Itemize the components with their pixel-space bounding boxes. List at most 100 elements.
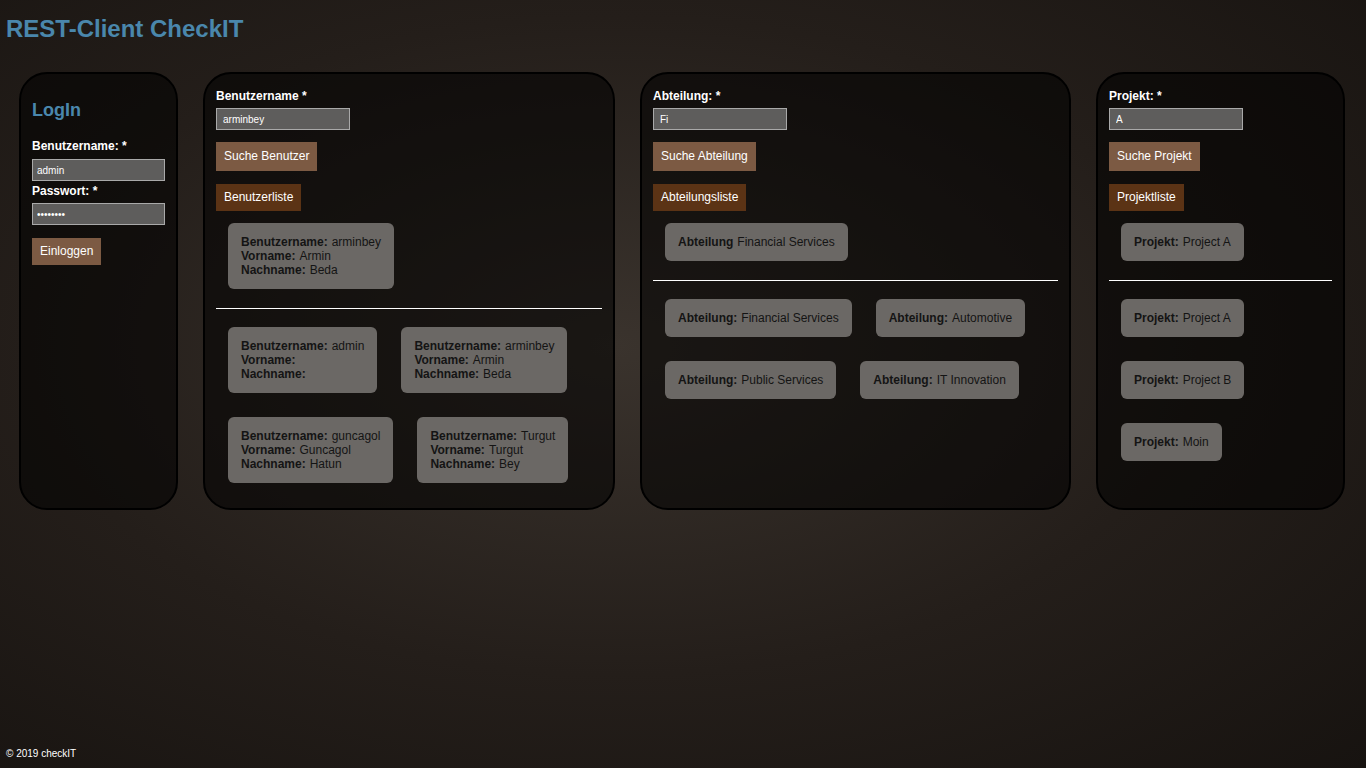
card-field: Benutzername:admin — [241, 339, 364, 353]
field-label: Abteilung — [678, 235, 733, 249]
card-field: Projekt: Project B — [1134, 373, 1231, 387]
user-list-button[interactable]: Benutzerliste — [216, 184, 301, 211]
project-search-button[interactable]: Suche Projekt — [1109, 142, 1200, 171]
field-label: Projekt: — [1134, 311, 1179, 325]
user-card[interactable]: Benutzername:arminbeyVorname: ArminNachna… — [401, 327, 567, 393]
field-value: Turgut — [489, 443, 523, 457]
field-label: Abteilung: — [889, 311, 948, 325]
field-label: Abteilung: — [678, 373, 737, 387]
department-card[interactable]: Abteilung: Public Services — [665, 361, 836, 399]
project-panel: Projekt: * Suche Projekt Projektliste Proje… — [1096, 72, 1345, 510]
card-field: AbteilungFinancial Services — [678, 235, 835, 249]
password-input[interactable] — [32, 203, 165, 225]
card-field: Benutzername:arminbey — [414, 339, 554, 353]
field-value: Moin — [1183, 435, 1209, 449]
panel-row: LogIn Benutzername: * Passwort: * Einloggen… — [0, 72, 1366, 510]
login-field-label: Passwort: * — [32, 183, 97, 199]
field-label: Nachname: — [414, 367, 479, 381]
department-card[interactable]: Abteilung: IT Innovation — [860, 361, 1019, 399]
field-label: Benutzername: — [241, 235, 328, 249]
field-label: Projekt: — [1134, 373, 1179, 387]
user-result-card[interactable]: Benutzername:arminbeyVorname:ArminNachna… — [228, 223, 394, 289]
card-field: Benutzername: guncagol — [241, 429, 380, 443]
project-card[interactable]: Projekt:Project A — [1121, 299, 1244, 337]
field-value: Hatun — [310, 457, 342, 471]
card-field: Abteilung: Public Services — [678, 373, 823, 387]
field-value: Automotive — [952, 311, 1012, 325]
card-field: Nachname: — [241, 367, 364, 381]
project-search-results: Projekt:Project A — [1109, 211, 1332, 273]
field-label: Vorname: — [241, 443, 295, 457]
card-field: Projekt:Project A — [1134, 311, 1231, 325]
card-field: Vorname: Guncagol — [241, 443, 380, 457]
field-label: Nachname: — [241, 263, 306, 277]
field-value: Project B — [1183, 373, 1232, 387]
login-field-label: Benutzername: * — [32, 138, 127, 154]
divider-line — [1109, 280, 1332, 281]
project-search-input[interactable] — [1109, 108, 1243, 130]
card-field: Abteilung: IT Innovation — [873, 373, 1006, 387]
user-search-button[interactable]: Suche Benutzer — [216, 142, 317, 171]
user-card[interactable]: Benutzername: guncagol Vorname: GuncagolNac… — [228, 417, 393, 483]
login-button[interactable]: Einloggen — [32, 238, 101, 265]
department-label: Abteilung: * — [653, 88, 720, 104]
field-value: Beda — [483, 367, 511, 381]
field-value: Public Services — [741, 373, 823, 387]
field-label: Abteilung: — [678, 311, 737, 325]
card-field: Projekt: Moin — [1134, 435, 1209, 449]
card-field: Nachname: Bey — [430, 457, 555, 471]
department-card[interactable]: Abteilung: Automotive — [876, 299, 1025, 337]
username-input[interactable] — [32, 159, 165, 181]
department-search-input[interactable] — [653, 108, 787, 130]
field-value: Beda — [310, 263, 338, 277]
department-list-button[interactable]: Abteilungsliste — [653, 184, 746, 211]
project-card[interactable]: Projekt: Moin — [1121, 423, 1222, 461]
page-footer: © 2019 checkIT — [0, 748, 1366, 768]
project-result-card[interactable]: Projekt:Project A — [1121, 223, 1244, 261]
field-label: Nachname: — [430, 457, 495, 471]
card-field: Projekt:Project A — [1134, 235, 1231, 249]
user-search-input[interactable] — [216, 108, 350, 130]
login-title: LogIn — [32, 99, 81, 121]
department-search-button[interactable]: Suche Abteilung — [653, 142, 756, 171]
field-value: Guncagol — [299, 443, 350, 457]
card-field: Benutzername: Turgut — [430, 429, 555, 443]
field-label: Abteilung: — [873, 373, 932, 387]
department-panel: Abteilung: * Suche Abteilung Abteilungslis… — [640, 72, 1071, 510]
card-field: Nachname: Beda — [414, 367, 554, 381]
card-field: Vorname: Armin — [414, 353, 554, 367]
field-value: Turgut — [521, 429, 555, 443]
department-result-card[interactable]: AbteilungFinancial Services — [665, 223, 848, 261]
user-card[interactable]: Benutzername:TurgutVorname:TurgutNachnam… — [417, 417, 568, 483]
user-card[interactable]: Benutzername:adminVorname:Nachname: — [228, 327, 377, 393]
card-field: Abteilung: Automotive — [889, 311, 1012, 325]
field-value: arminbey — [332, 235, 381, 249]
user-label: Benutzername * — [216, 88, 307, 104]
user-panel: Benutzername * Suche Benutzer Benutzerlist… — [203, 72, 615, 510]
field-value: Bey — [499, 457, 520, 471]
project-label: Projekt: * — [1109, 88, 1162, 104]
field-label: Benutzername: — [430, 429, 517, 443]
app-title: REST-Client CheckIT — [6, 15, 1366, 43]
project-list-button[interactable]: Projektliste — [1109, 184, 1184, 211]
field-label: Projekt: — [1134, 435, 1179, 449]
field-label: Benutzername: — [241, 429, 328, 443]
field-value: IT Innovation — [937, 373, 1006, 387]
login-panel: LogIn Benutzername: * Passwort: * Einloggen — [19, 72, 178, 510]
field-label: Benutzername: — [414, 339, 501, 353]
project-list: Projekt:Project AProjekt:Project BProjek… — [1109, 281, 1332, 473]
field-value: guncagol — [332, 429, 381, 443]
field-label: Vorname: — [430, 443, 484, 457]
department-card[interactable]: Abteilung:Financial Services — [665, 299, 852, 337]
field-label: Vorname: — [241, 353, 295, 367]
field-label: Vorname: — [414, 353, 468, 367]
field-label: Nachname: — [241, 367, 306, 381]
department-search-results: AbteilungFinancial Services — [653, 211, 1058, 273]
field-label: Nachname: — [241, 457, 306, 471]
card-field: Vorname: — [241, 353, 364, 367]
field-value: Armin — [473, 353, 504, 367]
field-value: admin — [332, 339, 365, 353]
user-list: Benutzername:adminVorname:Nachname:Benut… — [216, 309, 602, 495]
project-card[interactable]: Projekt: Project B — [1121, 361, 1244, 399]
divider-line — [216, 308, 602, 309]
